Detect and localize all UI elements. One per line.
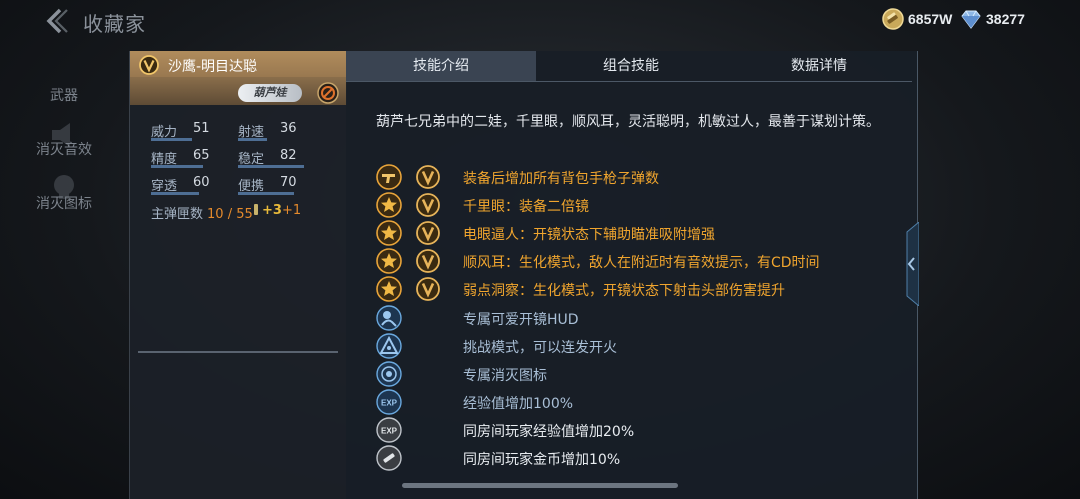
- pistol-icon: [376, 164, 402, 190]
- weapon-name: 沙鹰-明目达聪: [168, 59, 258, 75]
- top-bar: 收藏家 6857W 38277: [0, 0, 1080, 42]
- nav-sound-label: 消灭音效: [36, 142, 92, 158]
- skill-row: 同房间玩家金币增加10%: [376, 445, 896, 471]
- ammo-bonus-value: +3: [262, 203, 282, 218]
- v-rank-badge-icon: [416, 221, 440, 246]
- stat-stability-value: 82: [280, 148, 297, 163]
- nav-item-weapon[interactable]: 武器: [0, 85, 128, 105]
- stat-power: 威力 51: [151, 121, 231, 141]
- stat-accuracy-value: 65: [193, 148, 210, 163]
- gold-currency[interactable]: 6857W: [882, 8, 952, 30]
- skill-row: EXP 经验值增加100%: [376, 389, 896, 415]
- skill-text: 装备后增加所有背包手枪子弹数: [463, 171, 659, 187]
- tab-bar: 技能介绍 组合技能 数据详情: [346, 51, 912, 82]
- skill-row: 挑战模式，可以连发开火: [376, 332, 896, 359]
- expand-side-handle[interactable]: [903, 222, 919, 306]
- tab-combo-skill[interactable]: 组合技能: [536, 51, 726, 82]
- skill-text: 电眼逼人：开镜状态下辅助瞄准吸附增强: [463, 227, 715, 244]
- tab-skill-intro[interactable]: 技能介绍: [346, 51, 536, 82]
- stat-accuracy: 精度 65: [151, 148, 231, 168]
- nav-item-kill-sound[interactable]: 消灭音效: [0, 139, 128, 159]
- weapon-info-panel: 沙鹰-明目达聪 葫芦娃 威力 51 射速 36 精度 65 稳定 82 穿透 6…: [129, 51, 347, 499]
- stat-rate: 射速 36: [238, 121, 318, 141]
- diamond-currency[interactable]: 38277: [960, 8, 1025, 30]
- skill-text: 挑战模式，可以连发开火: [463, 339, 617, 356]
- skill-row: 弱点洞察：生化模式，开镜状态下射击头部伤害提升: [376, 276, 896, 303]
- ammo-bonus: +3+1: [254, 203, 301, 218]
- skill-row: 顺风耳：生化模式，敌人在附近时有音效提示，有CD时间: [376, 248, 896, 275]
- stat-penetration-value: 60: [193, 175, 210, 190]
- skin-tag: 葫芦娃: [238, 84, 302, 102]
- stat-accuracy-bar: [151, 165, 203, 168]
- v-rank-badge-icon: [416, 193, 440, 217]
- skill-text: 专属可爱开镜HUD: [463, 311, 579, 328]
- ammo-value: 10 / 55: [207, 207, 253, 222]
- weapon-description: 葫芦七兄弟中的二娃，千里眼，顺风耳，灵活聪明，机敏过人，最善于谋划计策。: [376, 114, 880, 130]
- room-gold-icon: [376, 445, 402, 471]
- stat-power-bar: [151, 138, 192, 141]
- stat-penetration: 穿透 60: [151, 175, 231, 195]
- panel-divider: [138, 351, 338, 353]
- skill-row: EXP 同房间玩家经验值增加20%: [376, 417, 896, 443]
- stat-portability-bar: [238, 192, 294, 195]
- skill-text: 专属消灭图标: [463, 367, 547, 384]
- skill-row: 专属可爱开镜HUD: [376, 304, 896, 331]
- diamond-amount: 38277: [986, 11, 1025, 27]
- skill-row: 千里眼：装备二倍镜: [376, 192, 896, 218]
- kill-icon: [376, 360, 402, 387]
- nav-item-kill-icon[interactable]: 消灭图标: [0, 193, 128, 213]
- back-button[interactable]: [40, 8, 70, 34]
- nav-icon-label: 消灭图标: [36, 196, 92, 212]
- room-exp-icon: EXP: [376, 417, 402, 443]
- stat-penetration-bar: [151, 192, 199, 195]
- svg-text:EXP: EXP: [381, 398, 398, 407]
- skill-text: 弱点洞察：生化模式，开镜状态下射击头部伤害提升: [463, 283, 785, 300]
- diamond-icon: [961, 10, 981, 29]
- weapon-name-bar: 沙鹰-明目达聪 葫芦娃: [130, 51, 347, 105]
- nav-weapon-label: 武器: [50, 88, 78, 104]
- v-rank-badge-icon: [416, 277, 440, 302]
- stat-rate-value: 36: [280, 121, 297, 136]
- skill-text: 同房间玩家金币增加10%: [463, 452, 621, 468]
- stat-portability-value: 70: [280, 175, 297, 190]
- svg-text:EXP: EXP: [381, 426, 398, 435]
- skill-text: 顺风耳：生化模式，敌人在附近时有音效提示，有CD时间: [463, 255, 820, 272]
- gold-amount: 6857W: [908, 11, 953, 27]
- page-title: 收藏家: [83, 12, 146, 36]
- star-icon: [376, 220, 402, 246]
- skill-panel: 技能介绍 组合技能 数据详情 葫芦七兄弟中的二娃，千里眼，顺风耳，灵活聪明，机敏…: [346, 51, 918, 499]
- skill-text: 千里眼：装备二倍镜: [463, 199, 589, 216]
- stat-rate-bar: [238, 138, 267, 141]
- skill-text: 同房间玩家经验值增加20%: [463, 423, 635, 440]
- bullet-icon: [254, 204, 258, 215]
- ammo-row: 主弹匣数 10 / 55: [151, 203, 253, 222]
- stat-power-value: 51: [193, 121, 210, 136]
- skill-row: 装备后增加所有背包手枪子弹数: [376, 164, 896, 190]
- challenge-icon: [376, 332, 402, 359]
- skill-text: 经验值增加100%: [463, 395, 574, 412]
- star-icon: [376, 192, 402, 218]
- stat-stability: 稳定 82: [238, 148, 318, 168]
- star-icon: [376, 248, 402, 275]
- tab-data-detail[interactable]: 数据详情: [726, 51, 912, 82]
- stat-stability-bar: [238, 165, 304, 168]
- ammo-bonus-extra: +1: [281, 203, 302, 218]
- exp-icon: EXP: [376, 389, 402, 415]
- horizontal-scrollbar[interactable]: [402, 483, 678, 488]
- v-rank-badge-icon: [416, 249, 440, 274]
- stat-portability: 便携 70: [238, 175, 318, 195]
- star-icon: [376, 276, 402, 303]
- scope-hud-icon: [376, 304, 402, 331]
- back-arrow-icon: [46, 8, 68, 34]
- gold-coin-icon: [882, 8, 904, 30]
- ban-icon: [317, 82, 339, 104]
- v-rank-badge-icon: [139, 55, 159, 75]
- skill-row: 电眼逼人：开镜状态下辅助瞄准吸附增强: [376, 220, 896, 246]
- v-rank-badge-icon: [416, 165, 440, 189]
- skill-row: 专属消灭图标: [376, 360, 896, 387]
- ammo-label: 主弹匣数: [151, 207, 204, 222]
